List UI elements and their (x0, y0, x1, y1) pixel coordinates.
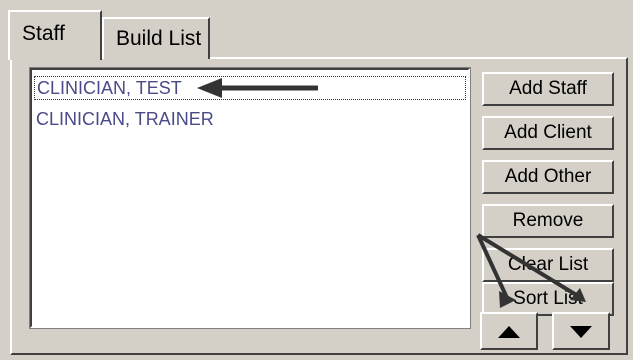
add-staff-button[interactable]: Add Staff (482, 72, 614, 106)
tab-build-list[interactable]: Build List (102, 17, 210, 59)
move-up-button[interactable] (480, 312, 538, 350)
clear-list-button[interactable]: Clear List (482, 248, 614, 282)
list-item-label: CLINICIAN, TRAINER (36, 109, 214, 129)
remove-button[interactable]: Remove (482, 204, 614, 238)
list-item-label: CLINICIAN, TEST (37, 78, 182, 98)
tab-staff-label: Staff (22, 22, 65, 45)
list-item[interactable]: CLINICIAN, TRAINER (34, 108, 466, 132)
add-client-button[interactable]: Add Client (482, 116, 614, 150)
move-down-button[interactable] (552, 312, 610, 350)
list-item[interactable]: CLINICIAN, TEST (34, 76, 466, 100)
tab-build-list-label: Build List (116, 27, 202, 50)
tab-staff[interactable]: Staff (8, 10, 102, 60)
staff-dialog: Staff Build List CLINICIAN, TEST CLINICI… (0, 0, 633, 360)
add-other-button[interactable]: Add Other (482, 160, 614, 194)
triangle-down-icon (570, 326, 592, 338)
sort-list-button[interactable]: Sort List (482, 282, 614, 316)
triangle-up-icon (498, 326, 520, 338)
tab-bar: Staff Build List (0, 0, 633, 60)
staff-listbox[interactable]: CLINICIAN, TEST CLINICIAN, TRAINER (29, 67, 471, 329)
